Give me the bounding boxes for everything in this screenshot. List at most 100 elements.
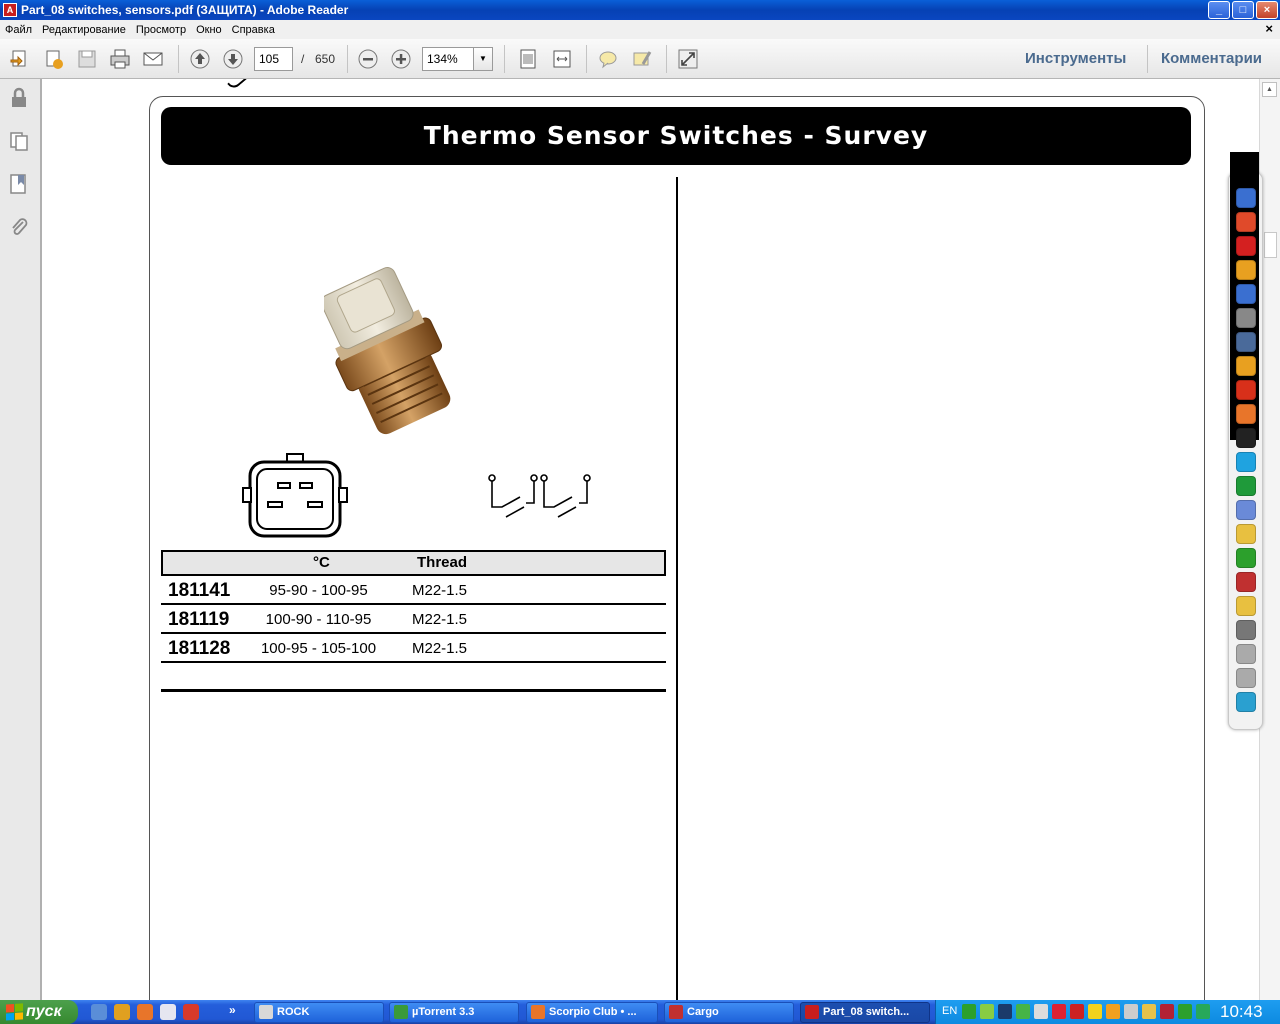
table-header: °C Thread: [161, 550, 666, 576]
computer-icon[interactable]: [1236, 188, 1256, 208]
tray-network-icon[interactable]: [998, 1004, 1012, 1019]
tray-check-icon[interactable]: [980, 1004, 994, 1019]
previous-page-button[interactable]: [188, 47, 212, 71]
table-bottom-rule: [161, 689, 666, 692]
tools-link[interactable]: Инструменты: [1025, 50, 1126, 67]
photo-icon[interactable]: [1236, 356, 1256, 376]
tools-icon[interactable]: [1236, 260, 1256, 280]
fullscreen-button[interactable]: [676, 47, 700, 71]
tray-messenger-icon[interactable]: [1106, 1004, 1120, 1019]
task-utorrent[interactable]: µTorrent 3.3: [389, 1002, 519, 1023]
attachment-icon[interactable]: [8, 216, 30, 238]
comment-button[interactable]: [596, 47, 620, 71]
comments-link[interactable]: Комментарии: [1161, 50, 1262, 67]
skype-icon[interactable]: [1236, 452, 1256, 472]
table-row: 181141 95-90 - 100-95 M22-1.5: [161, 576, 666, 605]
menu-file[interactable]: Файл: [5, 24, 32, 36]
tray-volume-icon[interactable]: [1034, 1004, 1048, 1019]
task-rock[interactable]: ROCK: [254, 1002, 384, 1023]
task-scorpio-club[interactable]: Scorpio Club • ...: [526, 1002, 658, 1023]
tray-update-icon[interactable]: [1016, 1004, 1030, 1019]
firefox-icon: [531, 1005, 545, 1019]
camera-icon[interactable]: [1236, 620, 1256, 640]
start-button[interactable]: пуск: [0, 1000, 78, 1024]
text-icon[interactable]: [1236, 572, 1256, 592]
quicklaunch-more[interactable]: »: [229, 1003, 236, 1017]
music-icon[interactable]: [1236, 500, 1256, 520]
opera-quicklaunch-icon[interactable]: [183, 1004, 199, 1020]
tray-flag-icon[interactable]: [1160, 1004, 1174, 1019]
close-document-icon[interactable]: ×: [1265, 21, 1273, 36]
pdf-icon: [805, 1005, 819, 1019]
folder-icon[interactable]: [1236, 524, 1256, 544]
fit-width-button[interactable]: [550, 47, 574, 71]
scanner-icon[interactable]: [1236, 332, 1256, 352]
thread-size: M22-1.5: [412, 582, 468, 599]
tray-wrench-icon[interactable]: [1142, 1004, 1156, 1019]
floppy-icon[interactable]: [1236, 284, 1256, 304]
next-page-button[interactable]: [221, 47, 245, 71]
chrome-icon[interactable]: [1236, 212, 1256, 232]
recycle-icon[interactable]: [1236, 692, 1256, 712]
aimp-quicklaunch-icon[interactable]: [114, 1004, 130, 1020]
menu-view[interactable]: Просмотр: [136, 24, 186, 36]
fit-page-button[interactable]: [516, 47, 540, 71]
tray-settings-icon[interactable]: [1124, 1004, 1138, 1019]
tray-warning-icon[interactable]: [1088, 1004, 1102, 1019]
task-cargo[interactable]: Cargo: [664, 1002, 794, 1023]
scroll-up-icon[interactable]: ▲: [1262, 82, 1277, 97]
fit-page-icon: [520, 49, 536, 69]
bookmark-icon[interactable]: [8, 173, 30, 195]
zoom-in-button[interactable]: [389, 47, 413, 71]
folder2-icon[interactable]: [1236, 596, 1256, 616]
zoom-input[interactable]: 134%: [422, 47, 474, 71]
flower-icon[interactable]: [1236, 548, 1256, 568]
thread-size: M22-1.5: [412, 640, 468, 657]
floppy-quicklaunch-icon[interactable]: [160, 1004, 176, 1020]
page-number-input[interactable]: 105: [254, 47, 293, 71]
menu-help[interactable]: Справка: [232, 24, 275, 36]
highlight-icon: [633, 51, 652, 66]
firefox-icon[interactable]: [1236, 404, 1256, 424]
tray-shield-icon[interactable]: [962, 1004, 976, 1019]
menu-edit[interactable]: Редактирование: [42, 24, 126, 36]
firefox-quicklaunch-icon[interactable]: [137, 1004, 153, 1020]
aimp-icon[interactable]: [1236, 428, 1256, 448]
page-total: 650: [315, 52, 336, 66]
zoom-out-button[interactable]: [356, 47, 380, 71]
close-button[interactable]: ×: [1256, 1, 1278, 19]
minus-icon: [358, 49, 378, 69]
title-bar[interactable]: A Part_08 switches, sensors.pdf (ЗАЩИТА)…: [0, 0, 1280, 20]
acrobat-icon[interactable]: [1236, 236, 1256, 256]
arrow-up-icon: [190, 49, 210, 69]
tray-globe-icon[interactable]: [1196, 1004, 1210, 1019]
navigation-panel: [0, 79, 42, 1000]
drive2-icon[interactable]: [1236, 668, 1256, 688]
highlight-button[interactable]: [630, 47, 654, 71]
email-button[interactable]: [141, 47, 165, 71]
zoom-dropdown-icon[interactable]: ▼: [473, 47, 493, 71]
create-pdf-button[interactable]: [42, 47, 66, 71]
menu-window[interactable]: Окно: [196, 24, 222, 36]
scroll-thumb[interactable]: [1264, 232, 1277, 258]
show-desktop-icon[interactable]: [91, 1004, 107, 1020]
document-view[interactable]: Thermo Sensor Switches - Survey °C Threa…: [44, 79, 1259, 1000]
save-button[interactable]: [75, 47, 99, 71]
tray-antivirus-icon[interactable]: [1052, 1004, 1066, 1019]
print-button[interactable]: [108, 47, 132, 71]
task-adobe-reader[interactable]: Part_08 switch...: [800, 1002, 930, 1023]
start-label: пуск: [26, 1003, 62, 1020]
drive-icon[interactable]: [1236, 644, 1256, 664]
opera-icon[interactable]: [1236, 380, 1256, 400]
tray-alert-icon[interactable]: [1070, 1004, 1084, 1019]
maximize-button[interactable]: □: [1232, 1, 1254, 19]
open-file-button[interactable]: [8, 47, 32, 71]
tray-utorrent-icon[interactable]: [1178, 1004, 1192, 1019]
language-indicator[interactable]: EN: [942, 1005, 957, 1017]
lock-icon[interactable]: [8, 87, 30, 109]
pages-icon[interactable]: [8, 130, 30, 152]
minimize-button[interactable]: _: [1208, 1, 1230, 19]
table-row: 181119 100-90 - 110-95 M22-1.5: [161, 605, 666, 634]
utorrent-icon[interactable]: [1236, 476, 1256, 496]
printer-icon[interactable]: [1236, 308, 1256, 328]
